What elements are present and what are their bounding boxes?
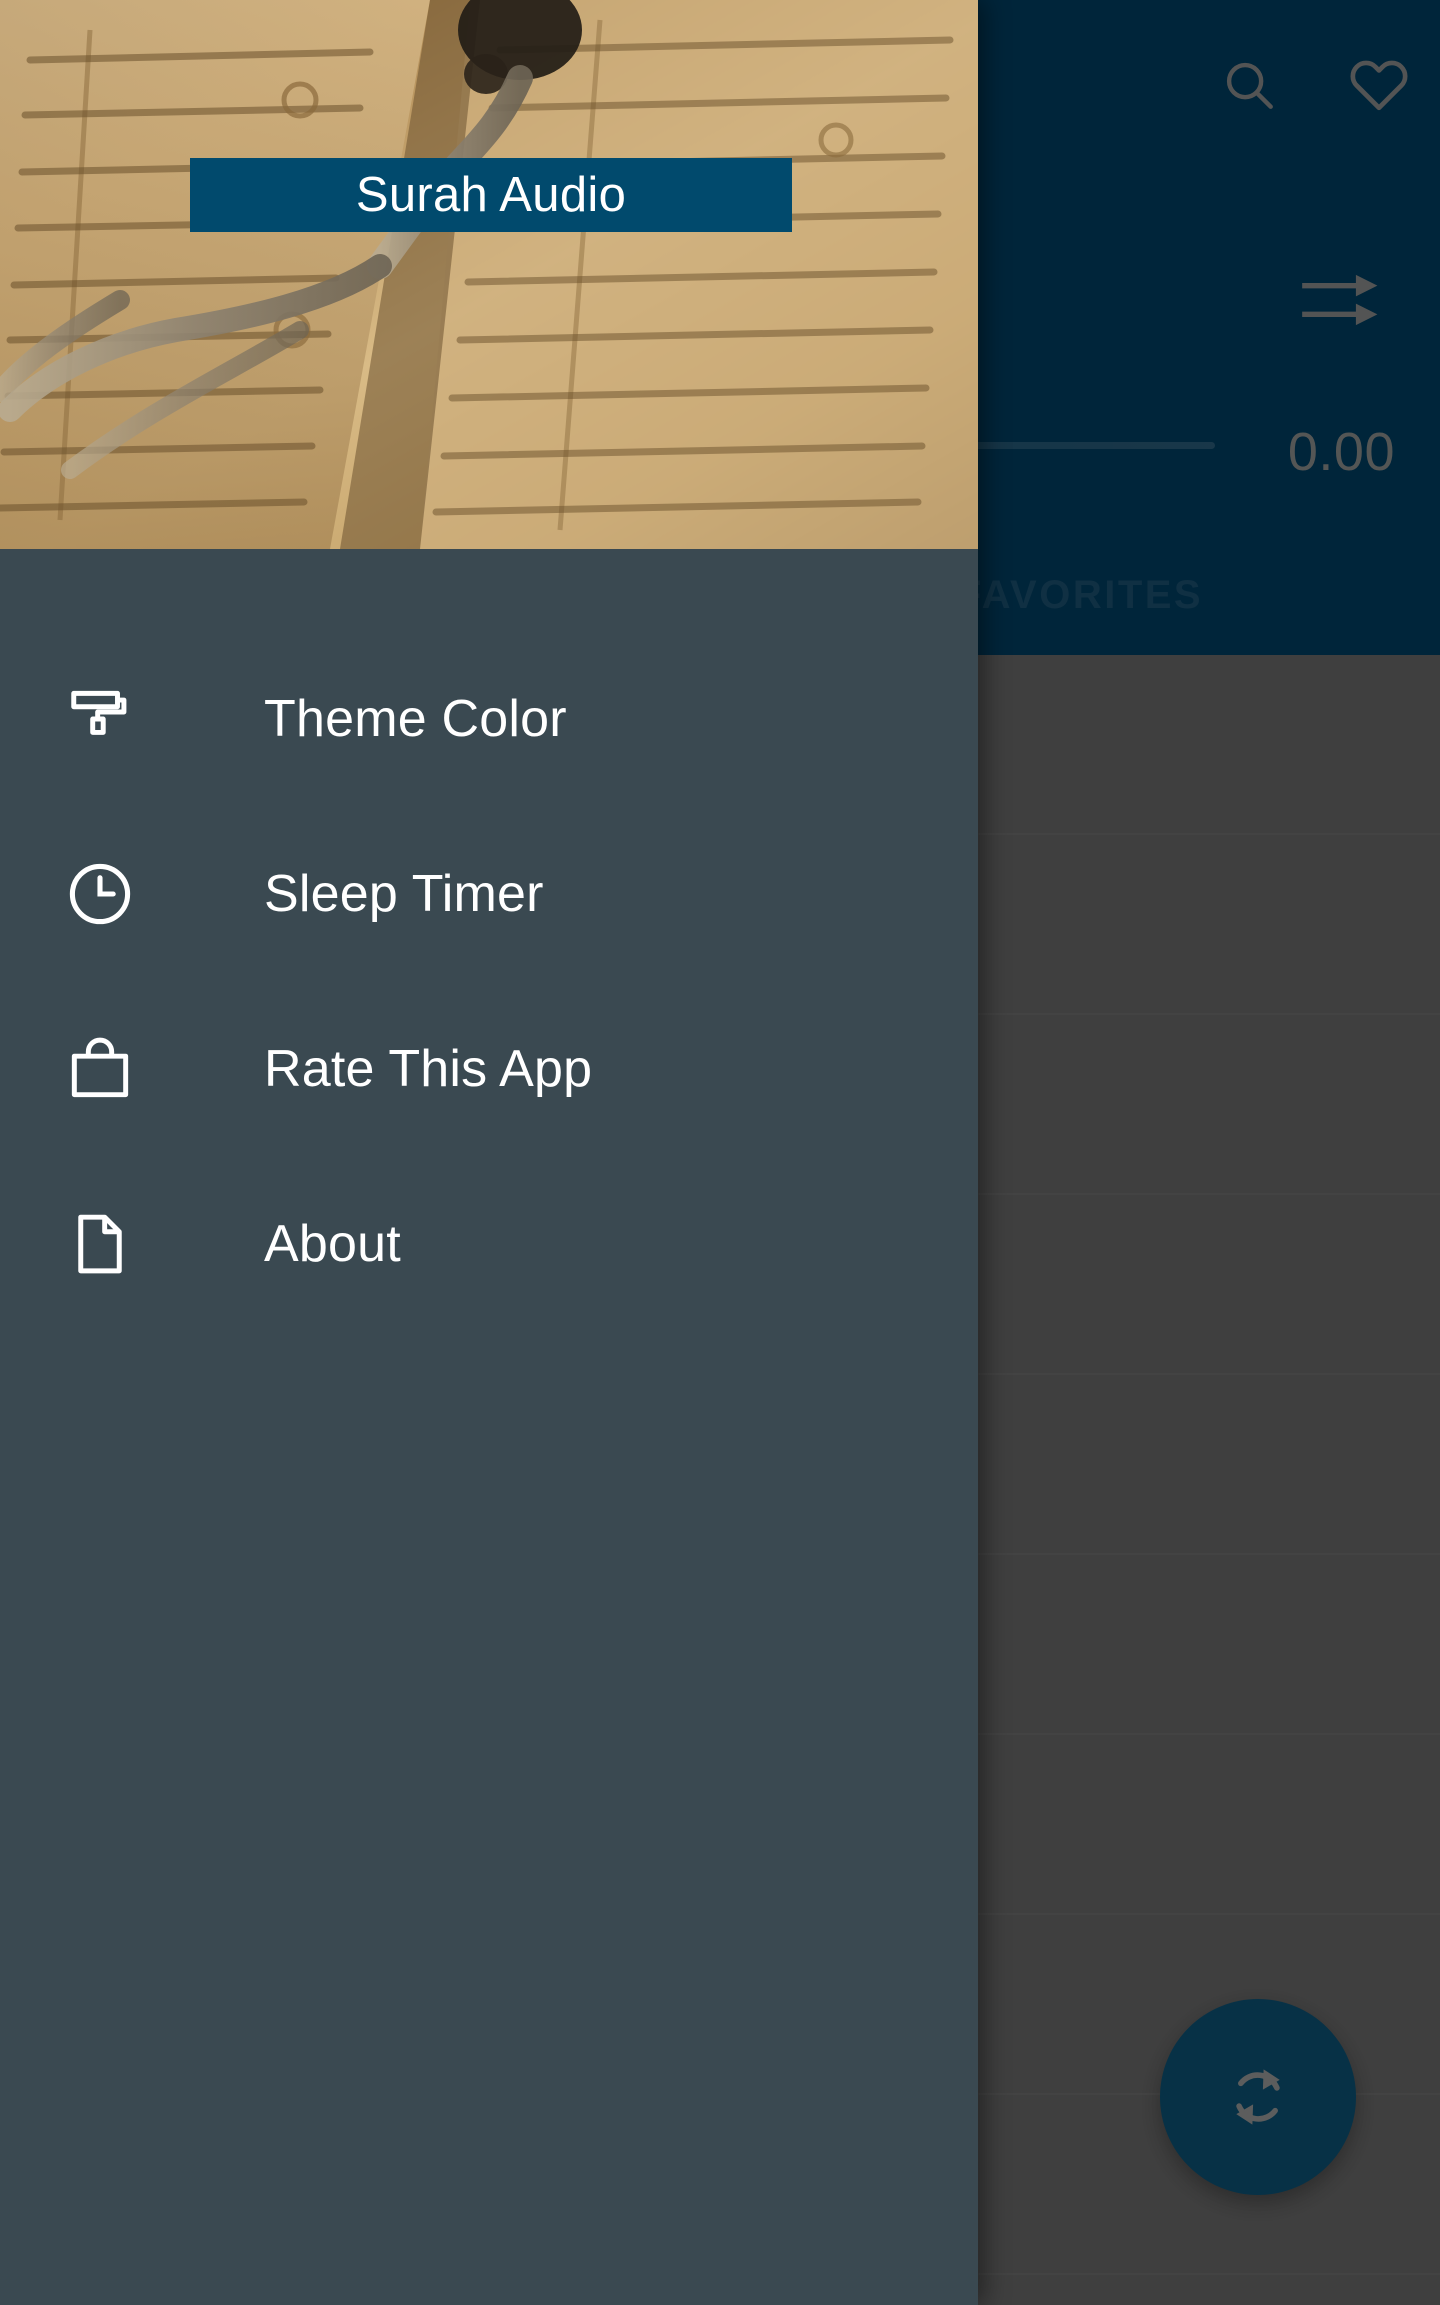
current-time-label: 0.00 [1287, 422, 1395, 482]
app-screen: 0.00 LIST FAVORITES [0, 0, 1440, 2305]
drawer-menu: Theme Color Sleep Timer Rate This App Ab… [0, 549, 978, 1331]
drawer-title-band: Surah Audio [190, 158, 792, 232]
drawer-item-about[interactable]: About [0, 1156, 978, 1331]
drawer-header: Surah Audio [0, 0, 978, 549]
drawer-item-label: Rate This App [264, 1039, 593, 1098]
navigation-drawer: Surah Audio Theme Color Sleep Timer Rate… [0, 0, 978, 2305]
drawer-title: Surah Audio [355, 168, 627, 222]
drawer-item-label: Theme Color [264, 689, 567, 748]
double-arrow-right-icon[interactable] [1278, 250, 1398, 350]
drawer-item-theme-color[interactable]: Theme Color [0, 631, 978, 806]
toolbar-actions [1212, 48, 1416, 122]
shopping-bag-icon [62, 1031, 138, 1107]
refresh-sync-fab[interactable] [1160, 1999, 1356, 2195]
drawer-item-label: About [264, 1214, 401, 1273]
clock-icon [62, 856, 138, 932]
paint-roller-icon [62, 681, 138, 757]
search-icon[interactable] [1212, 48, 1286, 122]
drawer-item-rate-this-app[interactable]: Rate This App [0, 981, 978, 1156]
drawer-item-label: Sleep Timer [264, 864, 544, 923]
quran-book-photo [0, 0, 978, 549]
heart-icon[interactable] [1342, 48, 1416, 122]
drawer-item-sleep-timer[interactable]: Sleep Timer [0, 806, 978, 981]
document-icon [62, 1206, 138, 1282]
